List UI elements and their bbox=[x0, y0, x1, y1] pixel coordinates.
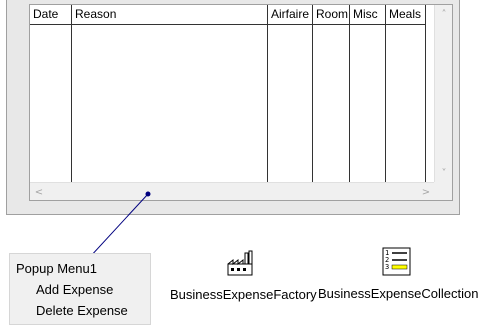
collection-label: BusinessExpenseCollection bbox=[318, 286, 479, 301]
connector-line bbox=[88, 193, 149, 259]
menu-item-add-expense[interactable]: Add Expense bbox=[36, 282, 113, 297]
factory-label: BusinessExpenseFactory bbox=[170, 287, 317, 302]
list-icon[interactable]: 1 2 3 bbox=[380, 247, 412, 280]
connector-anchor bbox=[145, 191, 151, 197]
menu-item-delete-expense[interactable]: Delete Expense bbox=[36, 303, 128, 318]
factory-icon[interactable] bbox=[226, 250, 256, 281]
popup-menu[interactable]: Popup Menu1 Add Expense Delete Expense bbox=[9, 253, 151, 325]
svg-text:3: 3 bbox=[385, 263, 389, 271]
popup-menu-title: Popup Menu1 bbox=[16, 261, 97, 276]
